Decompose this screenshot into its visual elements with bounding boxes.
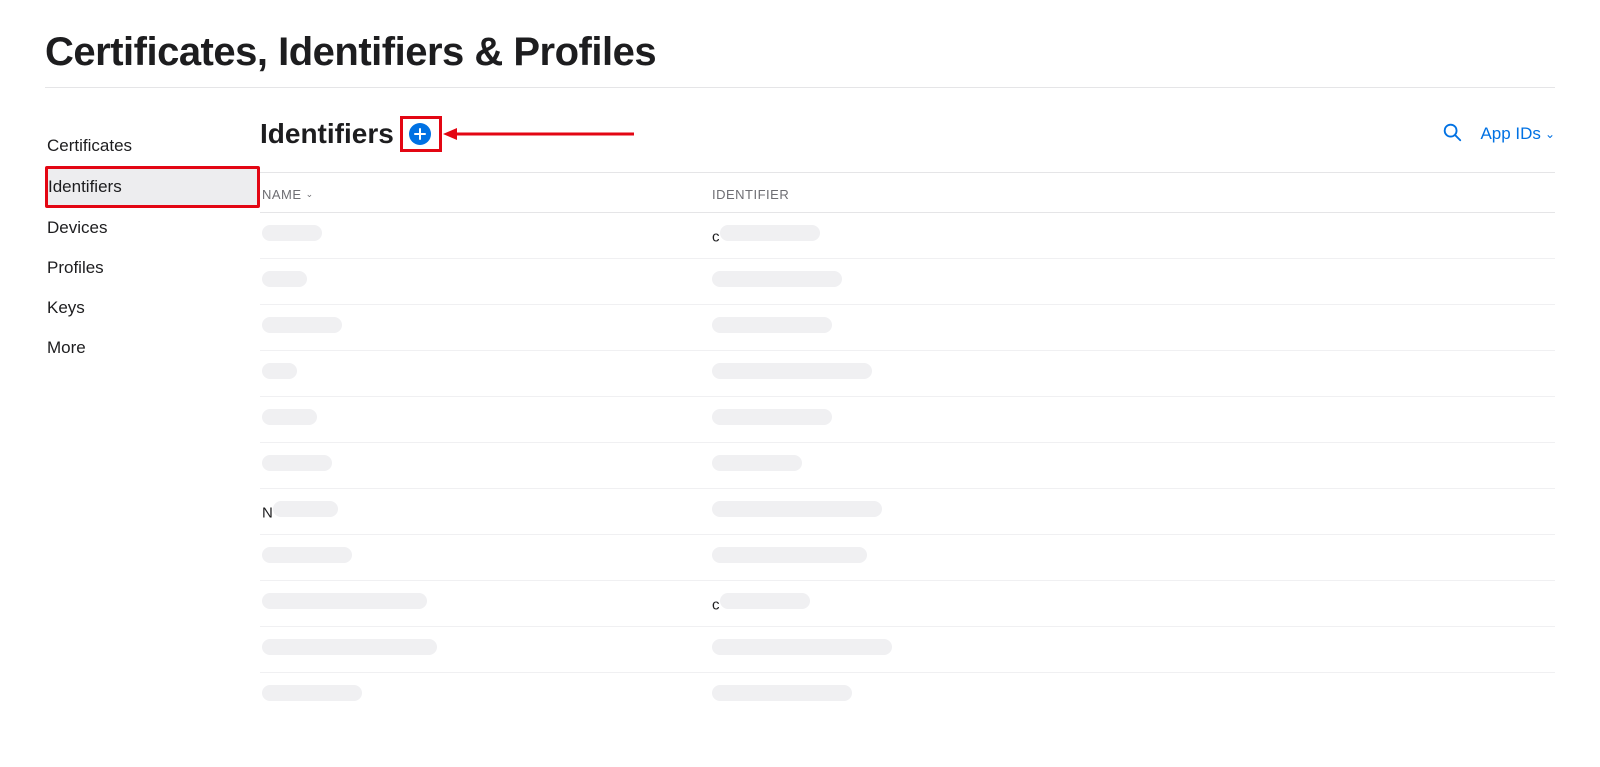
redacted-identifier xyxy=(712,639,892,655)
section-title: Identifiers xyxy=(260,118,394,150)
cell-name xyxy=(262,225,712,246)
search-icon xyxy=(1441,121,1463,148)
page-title: Certificates, Identifiers & Profiles xyxy=(45,30,1555,88)
redacted-name xyxy=(262,363,297,379)
redacted-name xyxy=(262,455,332,471)
cell-identifier: c xyxy=(712,225,820,246)
redacted-identifier xyxy=(712,363,872,379)
cell-identifier xyxy=(712,639,892,660)
sidebar-item-certificates[interactable]: Certificates xyxy=(45,126,260,166)
cell-name xyxy=(262,639,712,660)
cell-name: N xyxy=(262,501,712,522)
cell-name xyxy=(262,455,712,476)
cell-name xyxy=(262,593,712,614)
table-row[interactable] xyxy=(260,673,1555,703)
sidebar-item-keys[interactable]: Keys xyxy=(45,288,260,328)
cell-name xyxy=(262,271,712,292)
cell-name xyxy=(262,547,712,568)
cell-identifier xyxy=(712,501,882,522)
redacted-identifier xyxy=(712,409,832,425)
redacted-name xyxy=(273,501,338,517)
filter-dropdown[interactable]: App IDs ⌄ xyxy=(1480,124,1555,144)
redacted-identifier xyxy=(712,317,832,333)
plus-icon xyxy=(414,128,426,140)
column-header-identifier-label: IDENTIFIER xyxy=(712,187,789,202)
sidebar-item-identifiers[interactable]: Identifiers xyxy=(45,166,260,208)
redacted-name xyxy=(262,225,322,241)
table-row[interactable] xyxy=(260,305,1555,351)
table-row[interactable] xyxy=(260,443,1555,489)
table-row[interactable]: N xyxy=(260,489,1555,535)
cell-identifier xyxy=(712,455,802,476)
column-header-name[interactable]: NAME ⌄ xyxy=(262,187,712,202)
table-body[interactable]: c Nc xyxy=(260,213,1555,703)
redacted-name xyxy=(262,547,352,563)
cell-identifier xyxy=(712,363,872,384)
table-row[interactable] xyxy=(260,351,1555,397)
cell-identifier: c xyxy=(712,593,810,614)
add-identifier-button[interactable] xyxy=(409,123,431,145)
cell-name xyxy=(262,363,712,384)
chevron-down-icon: ⌄ xyxy=(1545,127,1555,141)
column-header-identifier[interactable]: IDENTIFIER xyxy=(712,187,789,202)
redacted-name xyxy=(262,639,437,655)
annotation-box-add xyxy=(400,116,442,152)
redacted-identifier xyxy=(712,685,852,701)
sidebar: Certificates Identifiers Devices Profile… xyxy=(45,116,260,703)
table-row[interactable] xyxy=(260,535,1555,581)
main-panel: Identifiers xyxy=(260,116,1555,703)
sidebar-item-devices[interactable]: Devices xyxy=(45,208,260,248)
redacted-identifier xyxy=(712,455,802,471)
redacted-name xyxy=(262,409,317,425)
redacted-identifier xyxy=(712,501,882,517)
redacted-identifier xyxy=(720,225,820,241)
cell-name xyxy=(262,409,712,430)
redacted-name xyxy=(262,271,307,287)
redacted-identifier xyxy=(720,593,810,609)
table-row[interactable] xyxy=(260,259,1555,305)
table-row[interactable]: c xyxy=(260,581,1555,627)
redacted-identifier xyxy=(712,271,842,287)
cell-identifier xyxy=(712,547,867,568)
redacted-name xyxy=(262,685,362,701)
filter-dropdown-label: App IDs xyxy=(1480,124,1540,144)
cell-identifier xyxy=(712,685,852,703)
cell-identifier xyxy=(712,317,832,338)
redacted-name xyxy=(262,317,342,333)
column-header-name-label: NAME xyxy=(262,187,302,202)
table-row[interactable] xyxy=(260,627,1555,673)
table-row[interactable]: c xyxy=(260,213,1555,259)
sidebar-item-profiles[interactable]: Profiles xyxy=(45,248,260,288)
cell-name xyxy=(262,685,712,703)
cell-identifier xyxy=(712,409,832,430)
table-row[interactable] xyxy=(260,397,1555,443)
cell-identifier xyxy=(712,271,842,292)
redacted-name xyxy=(262,593,427,609)
table-header-row: NAME ⌄ IDENTIFIER xyxy=(260,173,1555,213)
redacted-identifier xyxy=(712,547,867,563)
sidebar-item-more[interactable]: More xyxy=(45,328,260,368)
sort-chevron-icon: ⌄ xyxy=(306,189,314,200)
search-button[interactable] xyxy=(1440,122,1464,146)
annotation-arrow-icon xyxy=(439,119,639,149)
cell-name xyxy=(262,317,712,338)
